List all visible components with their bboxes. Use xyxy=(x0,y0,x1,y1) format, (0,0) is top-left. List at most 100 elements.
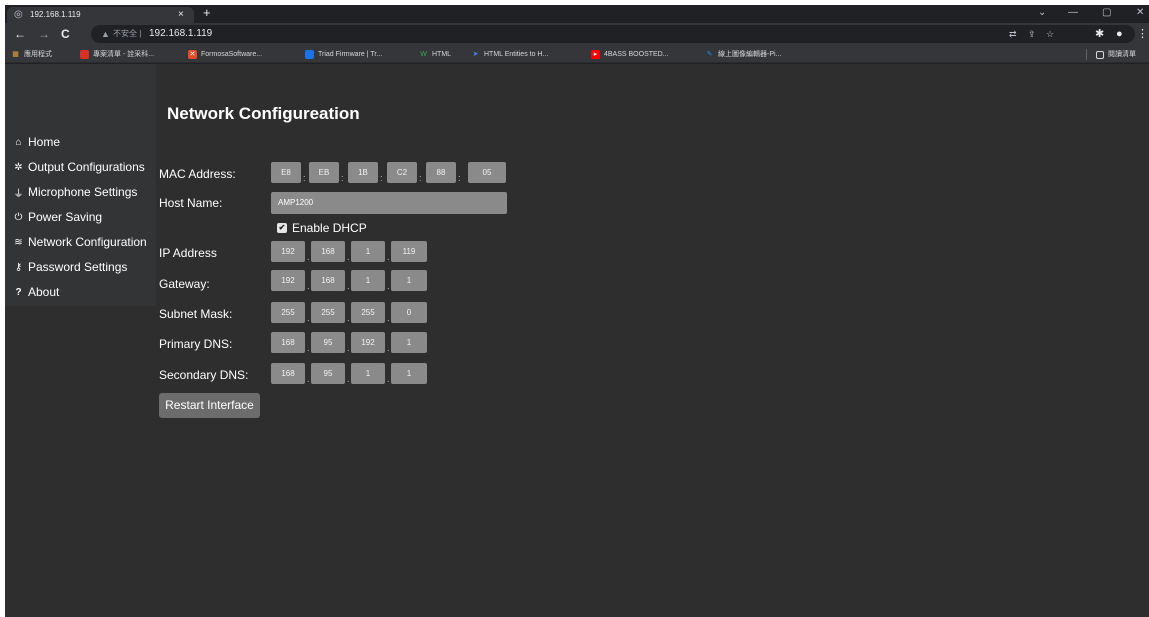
separator: . xyxy=(307,313,310,323)
bookmark-item[interactable]: ➤ HTML Entities to H... xyxy=(471,49,549,60)
trello-icon xyxy=(305,50,314,59)
tab-close-icon[interactable]: × xyxy=(178,9,184,20)
primary-dns-octet-3[interactable]: 192 xyxy=(351,332,385,353)
subnet-octet-3[interactable]: 255 xyxy=(351,302,385,323)
ip-octet-2[interactable]: 168 xyxy=(311,241,345,262)
menu-icon[interactable]: ⋮ xyxy=(1137,27,1148,41)
mac-octet-1[interactable]: E8 xyxy=(271,162,301,183)
maximize-button[interactable]: ▢ xyxy=(1102,6,1111,20)
translate-icon[interactable]: ⇄ xyxy=(1009,28,1017,40)
forward-button[interactable]: → xyxy=(38,27,50,41)
wifi-icon: ≋ xyxy=(14,236,23,248)
back-button[interactable]: ← xyxy=(14,27,26,41)
sidebar: ⌂ Home ✲ Output Configurations ⏚ Microph… xyxy=(5,64,156,306)
mac-octet-2[interactable]: EB xyxy=(309,162,339,183)
reading-list-icon xyxy=(1096,50,1104,59)
primary-dns-octet-4[interactable]: 1 xyxy=(391,332,427,353)
bookmark-item[interactable]: 專案清單 - 詮采科... xyxy=(80,49,154,60)
pixlr-icon: ✎ xyxy=(706,51,713,58)
minimize-button[interactable]: — xyxy=(1068,6,1078,20)
question-icon: ? xyxy=(15,286,22,298)
profile-icon[interactable]: ● xyxy=(1116,27,1123,41)
separator: . xyxy=(387,252,390,262)
separator: : xyxy=(380,173,383,183)
primary-dns-octet-2[interactable]: 95 xyxy=(311,332,345,353)
security-status: 不安全 | xyxy=(113,29,142,38)
gateway-octet-1[interactable]: 192 xyxy=(271,270,305,291)
bookmarks-bar: ▦ 應用程式 專案清單 - 詮采科... ✕ FormosaSoftware..… xyxy=(5,46,1149,63)
reload-button[interactable]: C xyxy=(61,27,70,41)
ip-octet-4[interactable]: 119 xyxy=(391,241,427,262)
separator: . xyxy=(347,252,350,262)
globe-icon: ◎ xyxy=(14,9,23,20)
subnet-mask-label: Subnet Mask: xyxy=(159,307,233,321)
separator: : xyxy=(341,173,344,183)
gateway-octet-3[interactable]: 1 xyxy=(351,270,385,291)
mac-octet-3[interactable]: 1B xyxy=(348,162,378,183)
sidebar-item-output-configurations[interactable]: ✲ Output Configurations xyxy=(13,159,144,175)
gateway-octet-2[interactable]: 168 xyxy=(311,270,345,291)
secondary-dns-octet-4[interactable]: 1 xyxy=(391,363,427,384)
bookmarks-divider xyxy=(1086,49,1087,60)
separator: . xyxy=(307,374,310,384)
bookmark-item[interactable]: W HTML xyxy=(419,49,451,60)
bookmark-item[interactable]: ▸ 4BASS BOOSTED... xyxy=(591,49,669,60)
sidebar-item-home[interactable]: ⌂ Home xyxy=(13,134,60,150)
bookmark-item[interactable]: Triad Firmware | Tr... xyxy=(305,49,382,60)
extensions-icon[interactable]: ✱ xyxy=(1095,27,1104,41)
restart-interface-button[interactable]: Restart Interface xyxy=(159,393,260,418)
ip-octet-3[interactable]: 1 xyxy=(351,241,385,262)
key-icon: ⚷ xyxy=(14,261,23,273)
gateway-octet-4[interactable]: 1 xyxy=(391,270,427,291)
address-bar[interactable]: ▲ 不安全 | 192.168.1.119 ⇄ ⇪ ☆ xyxy=(91,25,1135,43)
warning-icon[interactable]: ▲ xyxy=(101,28,110,40)
sidebar-item-network-configuration[interactable]: ≋ Network Configuration xyxy=(13,234,146,250)
browser-toolbar: ← → C ▲ 不安全 | 192.168.1.119 ⇄ ⇪ ☆ ✱ ● ⋮ xyxy=(5,23,1149,46)
separator: . xyxy=(307,252,310,262)
secondary-dns-octet-2[interactable]: 95 xyxy=(311,363,345,384)
checkbox-checked-icon[interactable]: ✔ xyxy=(277,222,287,233)
separator: : xyxy=(303,173,306,183)
w-logo-icon: W xyxy=(420,51,427,58)
microphone-icon: ⏚ xyxy=(13,188,24,200)
separator: . xyxy=(387,313,390,323)
power-icon: ⏻ xyxy=(14,211,23,223)
sidebar-item-password-settings[interactable]: ⚷ Password Settings xyxy=(13,259,128,275)
bookmark-item[interactable]: ✕ FormosaSoftware... xyxy=(188,49,262,60)
home-icon: ⌂ xyxy=(15,136,22,148)
tab-search-icon[interactable]: ⌄ xyxy=(1038,6,1046,20)
gear-icon: ✲ xyxy=(14,161,23,173)
close-window-button[interactable]: ✕ xyxy=(1136,6,1144,20)
separator: . xyxy=(347,313,350,323)
browser-tab[interactable]: ◎ 192.168.1.119 × xyxy=(7,7,194,23)
secondary-dns-label: Secondary DNS: xyxy=(159,368,249,382)
enable-dhcp-checkbox[interactable]: ✔ Enable DHCP xyxy=(277,220,367,235)
share-icon[interactable]: ⇪ xyxy=(1028,28,1036,40)
mac-address-label: MAC Address: xyxy=(159,167,236,181)
mac-octet-5[interactable]: 88 xyxy=(426,162,456,183)
star-icon[interactable]: ☆ xyxy=(1046,28,1054,40)
ip-octet-1[interactable]: 192 xyxy=(271,241,305,262)
new-tab-button[interactable]: + xyxy=(203,6,211,20)
bookmark-item[interactable]: ▦ 應用程式 xyxy=(11,49,52,60)
gateway-label: Gateway: xyxy=(159,277,210,291)
separator: . xyxy=(387,281,390,291)
secondary-dns-octet-1[interactable]: 168 xyxy=(271,363,305,384)
primary-dns-label: Primary DNS: xyxy=(159,337,233,351)
page-content: ⌂ Home ✲ Output Configurations ⏚ Microph… xyxy=(5,64,1149,617)
sidebar-item-power-saving[interactable]: ⏻ Power Saving xyxy=(13,209,103,225)
secondary-dns-octet-3[interactable]: 1 xyxy=(351,363,385,384)
reading-list-button[interactable]: 閱讀清單 xyxy=(1096,49,1136,60)
mac-octet-6[interactable]: 05 xyxy=(468,162,506,183)
subnet-octet-4[interactable]: 0 xyxy=(391,302,427,323)
sidebar-item-about[interactable]: ? About xyxy=(13,284,59,300)
subnet-octet-2[interactable]: 255 xyxy=(311,302,345,323)
separator: . xyxy=(347,343,350,353)
sidebar-item-microphone-settings[interactable]: ⏚ Microphone Settings xyxy=(13,184,138,200)
subnet-octet-1[interactable]: 255 xyxy=(271,302,305,323)
bookmark-item[interactable]: ✎ 線上圖像編輯器-Pi... xyxy=(705,49,782,60)
url-text[interactable]: 192.168.1.119 xyxy=(149,28,212,40)
mac-octet-4[interactable]: C2 xyxy=(387,162,417,183)
host-name-input[interactable]: AMP1200 xyxy=(271,192,507,214)
primary-dns-octet-1[interactable]: 168 xyxy=(271,332,305,353)
